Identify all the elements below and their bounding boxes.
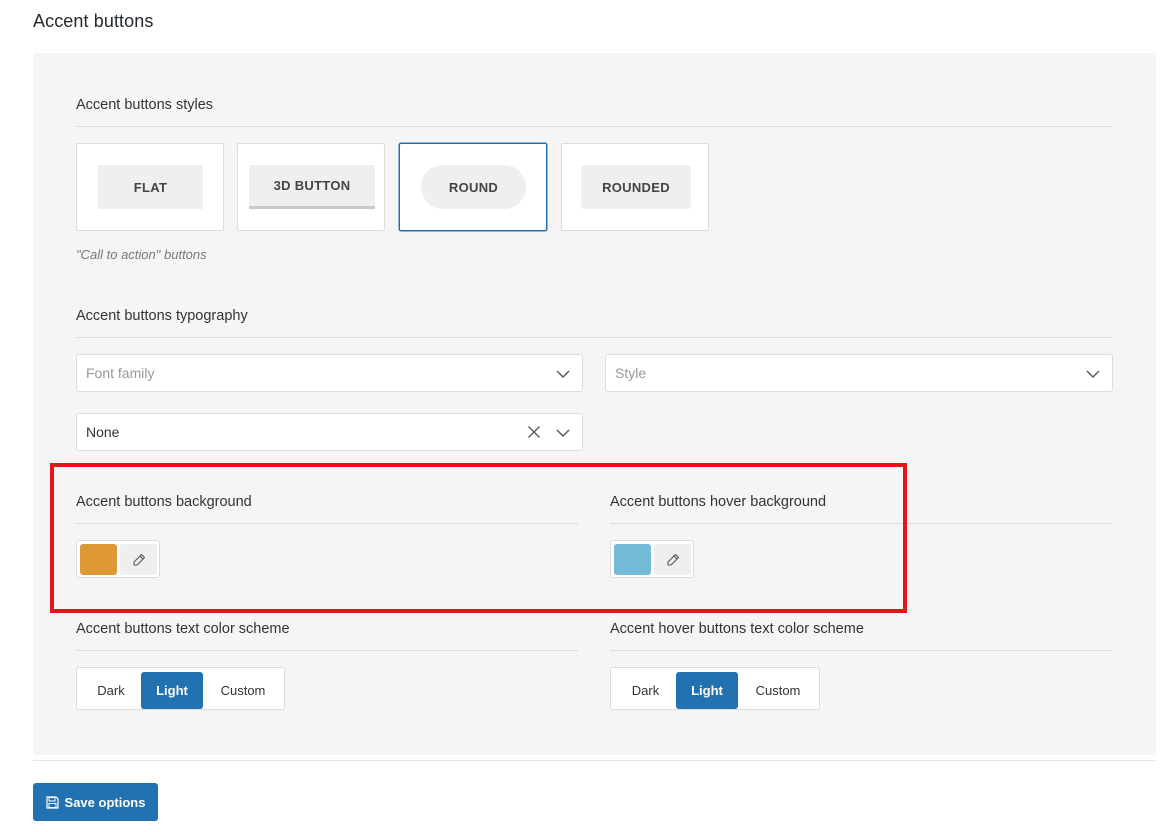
page-title: Accent buttons [33,11,154,31]
clear-icon[interactable] [527,425,541,439]
3d-button-sample: 3D BUTTON [249,165,375,209]
chevron-down-icon [1086,370,1100,378]
font-style-placeholder: Style [615,365,647,381]
chevron-down-icon [556,370,570,378]
style-option-3d-button[interactable]: 3D BUTTON [237,143,385,231]
text-scheme-toggle: Dark Light Custom [76,667,285,710]
typography-section-label: Accent buttons typography [76,308,248,324]
font-family-placeholder: Font family [86,365,155,381]
text-scheme-dark[interactable]: Dark [81,672,141,709]
style-option-flat[interactable]: FLAT [76,143,224,231]
rounded-sample: ROUNDED [581,165,691,209]
style-option-rounded[interactable]: ROUNDED [561,143,709,231]
divider [76,126,1113,127]
highlight-annotation-box [50,463,907,613]
styles-hint: "Call to action" buttons [76,247,207,262]
hover-text-scheme-toggle: Dark Light Custom [610,667,820,710]
font-family-select[interactable]: Font family [76,354,583,392]
text-scheme-custom[interactable]: Custom [203,672,283,709]
save-options-label: Save options [64,794,146,810]
divider [76,650,578,651]
round-sample: ROUND [421,165,526,209]
divider [76,337,1113,338]
text-scheme-label: Accent buttons text color scheme [76,621,290,637]
divider [610,650,1113,651]
text-transform-value: None [86,424,120,440]
font-style-select[interactable]: Style [605,354,1113,392]
save-options-button[interactable]: Save options [33,783,158,821]
text-transform-select[interactable]: None [76,413,583,451]
hover-text-scheme-dark[interactable]: Dark [615,672,676,709]
style-option-round[interactable]: ROUND [399,143,547,231]
hover-text-scheme-custom[interactable]: Custom [738,672,818,709]
chevron-down-icon [556,429,570,437]
styles-section-label: Accent buttons styles [76,97,214,113]
text-scheme-light[interactable]: Light [141,672,203,709]
hover-text-scheme-label: Accent hover buttons text color scheme [610,621,864,637]
floppy-disk-icon [45,795,59,809]
divider [33,760,1156,761]
hover-text-scheme-light[interactable]: Light [676,672,738,709]
flat-sample: FLAT [98,165,203,209]
